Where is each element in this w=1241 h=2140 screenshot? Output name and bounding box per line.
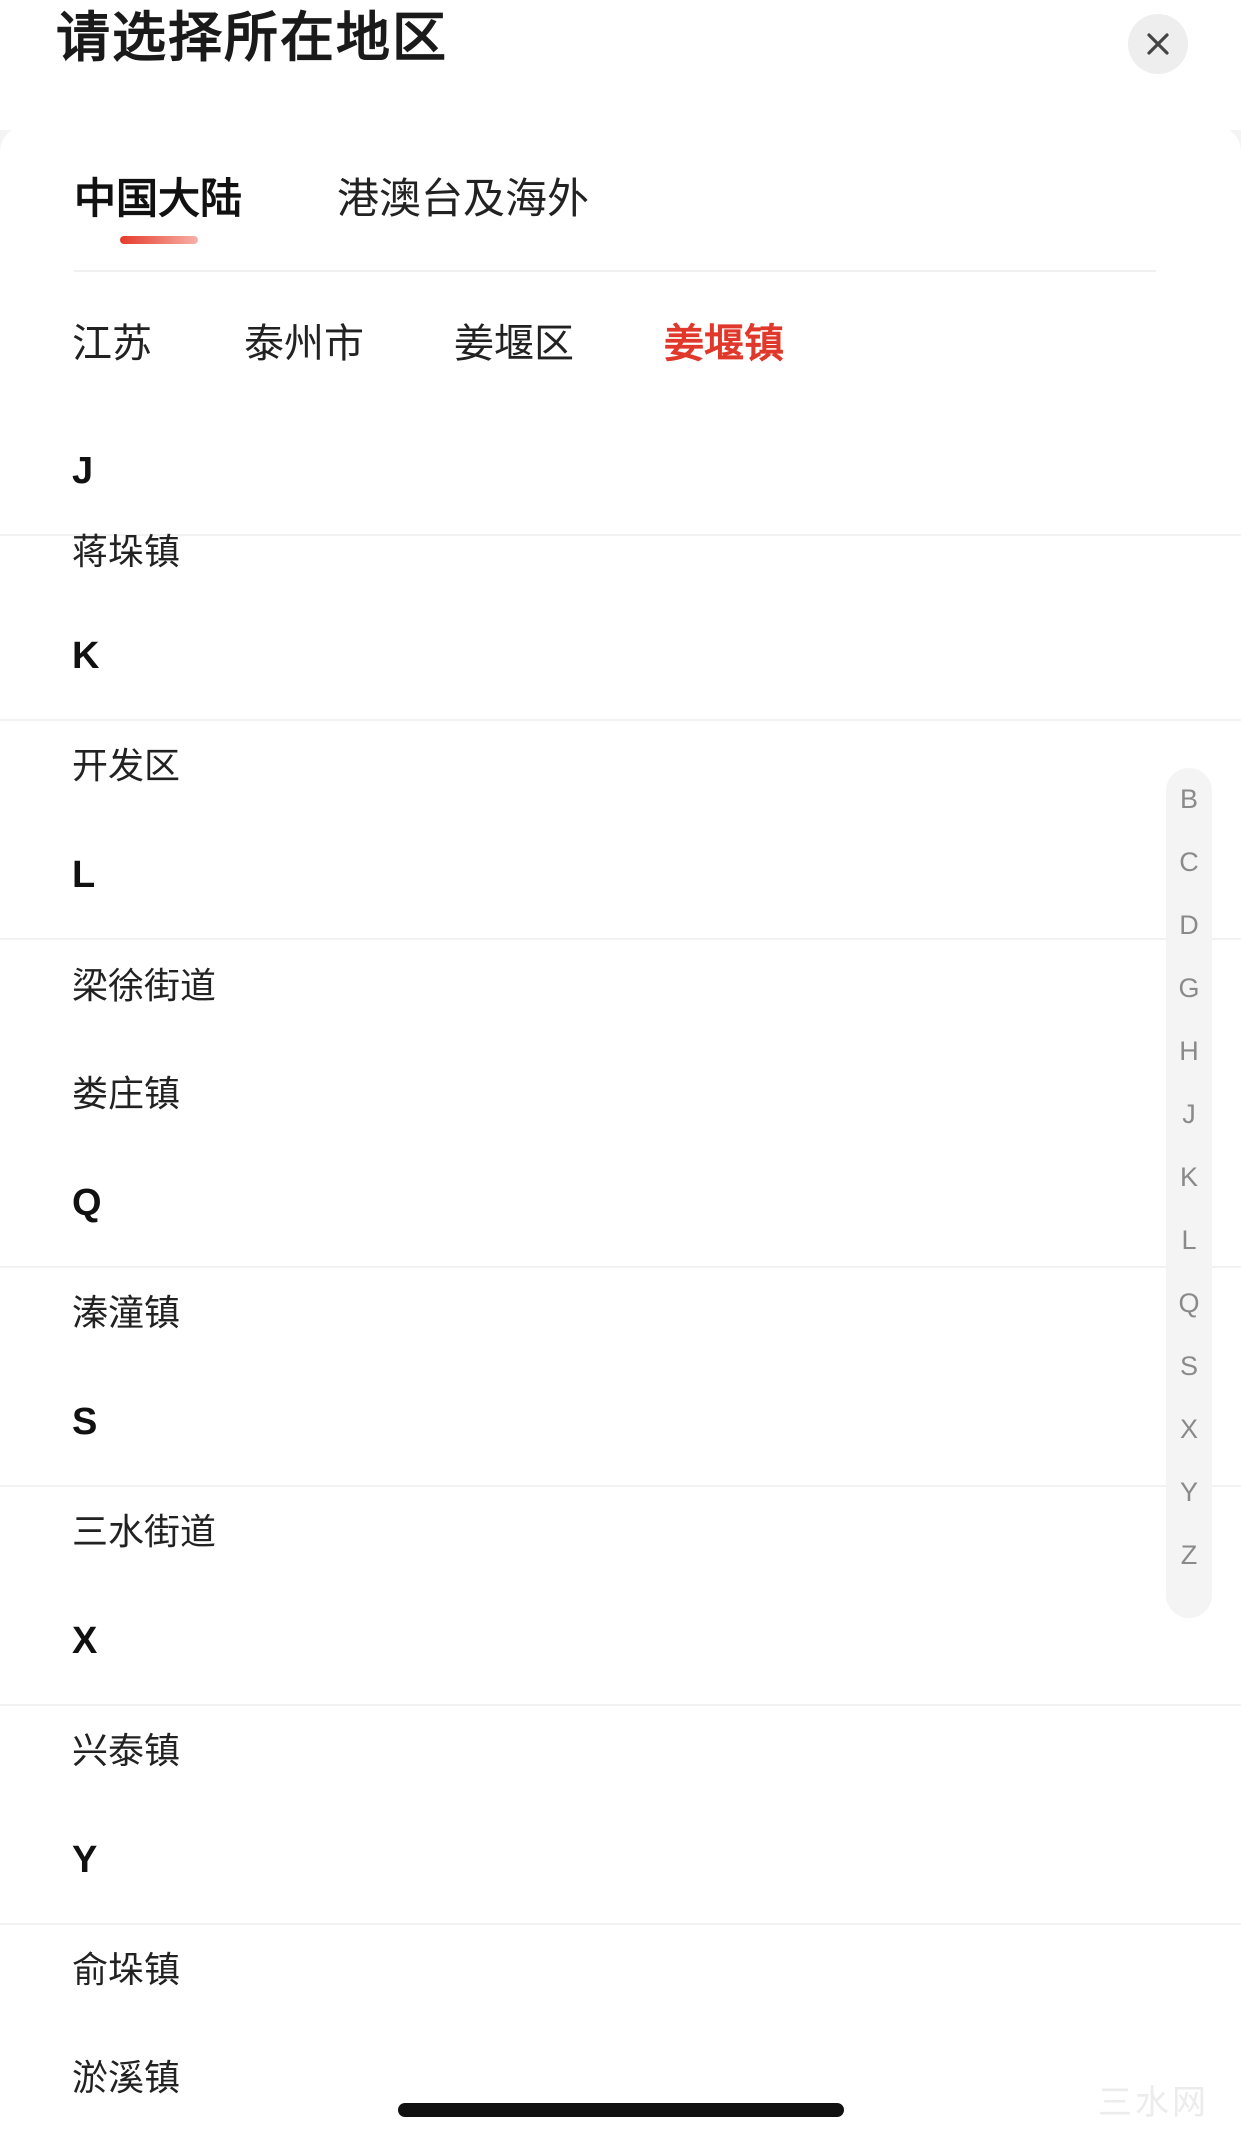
- index-letter-b[interactable]: B: [1166, 784, 1212, 815]
- list-item-label: 蒋垛镇: [72, 532, 181, 573]
- index-letter-g[interactable]: G: [1166, 973, 1212, 1004]
- group-header-y: Y: [0, 1815, 1241, 1925]
- list-item[interactable]: 蒋垛镇: [0, 510, 1170, 606]
- list-item-label: 兴泰镇: [72, 1731, 181, 1772]
- watermark: 三水网: [1098, 2083, 1209, 2123]
- close-icon: [1147, 33, 1169, 55]
- list-item-label: 梁徐街道: [72, 966, 217, 1007]
- group-header-x: X: [0, 1596, 1241, 1706]
- list-item[interactable]: 兴泰镇: [0, 1709, 1170, 1805]
- page-title: 请选择所在地区: [56, 6, 448, 69]
- list-item[interactable]: 俞垛镇: [0, 1928, 1170, 2024]
- group-letter: Y: [72, 1839, 98, 1881]
- group-letter: Q: [72, 1182, 102, 1224]
- group-letter: S: [72, 1401, 98, 1443]
- index-letter-y[interactable]: Y: [1166, 1477, 1212, 1508]
- group-header-q: Q: [0, 1158, 1241, 1268]
- list-item[interactable]: 梁徐街道: [0, 944, 1170, 1040]
- group-letter: K: [72, 635, 100, 677]
- list-item[interactable]: 三水街道: [0, 1490, 1170, 1586]
- list-item-label: 俞垛镇: [72, 1950, 181, 1991]
- index-letter-j[interactable]: J: [1166, 1099, 1212, 1130]
- list-item[interactable]: 娄庄镇: [0, 1052, 1170, 1148]
- list-item-label: 开发区: [72, 746, 181, 787]
- index-letter-k[interactable]: K: [1166, 1162, 1212, 1193]
- index-letter-h[interactable]: H: [1166, 1036, 1212, 1067]
- list-item-label: 三水街道: [72, 1512, 217, 1553]
- index-letter-s[interactable]: S: [1166, 1351, 1212, 1382]
- index-letter-x[interactable]: X: [1166, 1414, 1212, 1445]
- alphabet-index[interactable]: B C D G H J K L Q S X Y Z: [1166, 768, 1212, 1618]
- index-letter-z[interactable]: Z: [1166, 1540, 1212, 1571]
- group-letter: J: [72, 450, 94, 492]
- region-panel: 中国大陆 港澳台及海外 江苏 泰州市 姜堰区 姜堰镇 J 蒋垛镇 K 开发区 L…: [0, 126, 1241, 2140]
- index-letter-q[interactable]: Q: [1166, 1288, 1212, 1319]
- list-item-label: 溱潼镇: [72, 1293, 181, 1334]
- group-header-l: L: [0, 830, 1241, 940]
- index-letter-l[interactable]: L: [1166, 1225, 1212, 1256]
- list-item[interactable]: 淤溪镇: [0, 2036, 1170, 2132]
- home-indicator[interactable]: [398, 2103, 844, 2117]
- group-letter: L: [72, 854, 96, 896]
- list-item[interactable]: 开发区: [0, 724, 1170, 820]
- list-item-label: 娄庄镇: [72, 1074, 181, 1115]
- list-item[interactable]: 溱潼镇: [0, 1271, 1170, 1367]
- sheet-header: 请选择所在地区: [0, 0, 1241, 130]
- list-item-label: 淤溪镇: [72, 2058, 181, 2099]
- group-letter: X: [72, 1620, 98, 1662]
- close-button[interactable]: [1128, 14, 1188, 74]
- town-list: J 蒋垛镇 K 开发区 L 梁徐街道 娄庄镇 Q 溱潼镇 S 三水街道 X 兴泰…: [0, 126, 1241, 2140]
- group-header-k: K: [0, 611, 1241, 721]
- group-header-s: S: [0, 1377, 1241, 1487]
- index-letter-d[interactable]: D: [1166, 910, 1212, 941]
- index-letter-c[interactable]: C: [1166, 847, 1212, 878]
